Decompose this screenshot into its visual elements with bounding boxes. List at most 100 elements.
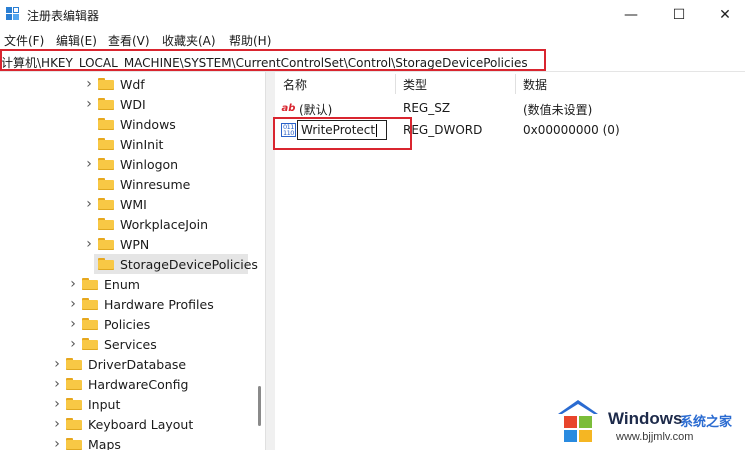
tree-item[interactable]: › WMI <box>84 194 147 214</box>
folder-icon <box>82 278 98 290</box>
chevron-right-icon[interactable]: › <box>84 236 94 252</box>
tree-item[interactable]: › Policies <box>68 314 150 334</box>
tree-item-label: WPN <box>120 236 150 252</box>
tree-item[interactable]: ›StorageDevicePolicies <box>84 254 258 274</box>
watermark-site-name: 系统之家 <box>680 415 733 430</box>
tree-item-label: WorkplaceJoin <box>120 216 209 232</box>
regedit-app-icon <box>6 7 19 20</box>
chevron-right-icon[interactable]: › <box>68 336 78 352</box>
tree-item[interactable]: › Hardware Profiles <box>68 294 214 314</box>
menu-file[interactable]: 文件(F) <box>4 32 44 49</box>
minimize-icon: — <box>624 7 638 23</box>
tree-item-label: Policies <box>104 316 151 332</box>
tree-item-label: Input <box>88 396 121 412</box>
tree-item[interactable]: › Enum <box>68 274 140 294</box>
maximize-button[interactable]: ☐ <box>656 0 702 30</box>
chevron-right-icon[interactable]: › <box>52 436 62 450</box>
chevron-right-icon[interactable]: › <box>68 316 78 332</box>
tree-item[interactable]: › Wdf <box>84 74 145 94</box>
menu-bar: 文件(F) 编辑(E) 查看(V) 收藏夹(A) 帮助(H) <box>0 30 745 50</box>
watermark-windows-logo <box>558 400 598 442</box>
column-header-type[interactable]: 类型 <box>403 72 427 96</box>
chevron-right-icon[interactable]: › <box>52 356 62 372</box>
value-name: (默认) <box>299 103 333 117</box>
tree-item-label: Windows <box>120 116 176 132</box>
tree-item[interactable]: › Maps <box>52 434 121 450</box>
tree-item[interactable]: › Services <box>68 334 157 354</box>
column-separator[interactable] <box>515 74 516 94</box>
tree-item[interactable]: › HardwareConfig <box>52 374 188 394</box>
folder-icon <box>98 258 114 270</box>
folder-icon <box>98 138 114 150</box>
folder-icon <box>82 298 98 310</box>
value-type: REG_DWORD <box>403 123 483 137</box>
tree-item-label: Enum <box>104 276 140 292</box>
chevron-right-icon[interactable]: › <box>52 376 62 392</box>
folder-icon <box>98 178 114 190</box>
tree-item-label: WDI <box>120 96 146 112</box>
tree-item[interactable]: › Winlogon <box>84 154 178 174</box>
folder-icon <box>66 438 82 450</box>
tree-item[interactable]: ›Winresume <box>84 174 190 194</box>
menu-view[interactable]: 查看(V) <box>108 32 150 49</box>
tree-item[interactable]: ›WinInit <box>84 134 163 154</box>
tree-item[interactable]: ›WorkplaceJoin <box>84 214 208 234</box>
tree-item[interactable]: › WPN <box>84 234 149 254</box>
folder-icon <box>66 358 82 370</box>
folder-icon <box>98 158 114 170</box>
folder-icon <box>82 338 98 350</box>
close-icon: ✕ <box>719 7 731 23</box>
tree-item-label: Maps <box>88 436 121 450</box>
tree-item-label: Winlogon <box>120 156 179 172</box>
tree-item-label: StorageDevicePolicies <box>120 256 258 272</box>
address-highlight-box <box>0 49 546 71</box>
tree-item[interactable]: › Keyboard Layout <box>52 414 193 434</box>
column-header-name[interactable]: 名称 <box>283 72 307 96</box>
tree-item-label: WinInit <box>120 136 164 152</box>
window-title: 注册表编辑器 <box>27 9 100 23</box>
folder-icon <box>66 398 82 410</box>
folder-icon <box>98 238 114 250</box>
minimize-button[interactable]: — <box>608 0 654 30</box>
value-data: 0x00000000 (0) <box>523 123 620 137</box>
chevron-right-icon[interactable]: › <box>84 96 94 112</box>
column-header-data[interactable]: 数据 <box>523 72 547 96</box>
chevron-right-icon[interactable]: › <box>52 396 62 412</box>
column-separator[interactable] <box>395 74 396 94</box>
folder-icon <box>98 118 114 130</box>
value-data: (数值未设置) <box>523 103 593 117</box>
tree-item[interactable]: › Input <box>52 394 120 414</box>
string-value-icon: ab <box>281 102 296 114</box>
chevron-right-icon[interactable]: › <box>68 276 78 292</box>
chevron-right-icon[interactable]: › <box>84 76 94 92</box>
tree-item-label: Winresume <box>120 176 191 192</box>
folder-icon <box>98 78 114 90</box>
folder-icon <box>66 378 82 390</box>
folder-icon <box>66 418 82 430</box>
chevron-right-icon[interactable]: › <box>84 196 94 212</box>
tree-item-label: Hardware Profiles <box>104 296 214 312</box>
chevron-right-icon[interactable]: › <box>68 296 78 312</box>
folder-icon <box>98 198 114 210</box>
watermark-brand: Windows <box>608 409 683 428</box>
menu-favorites[interactable]: 收藏夹(A) <box>162 32 216 49</box>
tree-scrollbar[interactable] <box>258 386 261 426</box>
folder-icon <box>98 218 114 230</box>
tree-item[interactable]: ›Windows <box>84 114 176 134</box>
menu-help[interactable]: 帮助(H) <box>229 32 271 49</box>
tree-item-label: Wdf <box>120 76 145 92</box>
registry-tree[interactable]: ›Wdf›WDI›Windows›WinInit›Winlogon›Winres… <box>0 72 266 450</box>
tree-item-label: HardwareConfig <box>88 376 189 392</box>
chevron-right-icon[interactable]: › <box>52 416 62 432</box>
value-row-default[interactable]: ab (默认) REG_SZ (数值未设置) <box>275 98 745 118</box>
watermark-url: www.bjjmlv.com <box>616 431 694 443</box>
close-button[interactable]: ✕ <box>702 0 745 30</box>
tree-item-label: Keyboard Layout <box>88 416 194 432</box>
tree-item[interactable]: › DriverDatabase <box>52 354 186 374</box>
folder-icon <box>82 318 98 330</box>
tree-item[interactable]: › WDI <box>84 94 146 114</box>
chevron-right-icon[interactable]: › <box>84 156 94 172</box>
folder-icon <box>98 98 114 110</box>
value-type: REG_SZ <box>403 101 451 115</box>
menu-edit[interactable]: 编辑(E) <box>56 32 97 49</box>
